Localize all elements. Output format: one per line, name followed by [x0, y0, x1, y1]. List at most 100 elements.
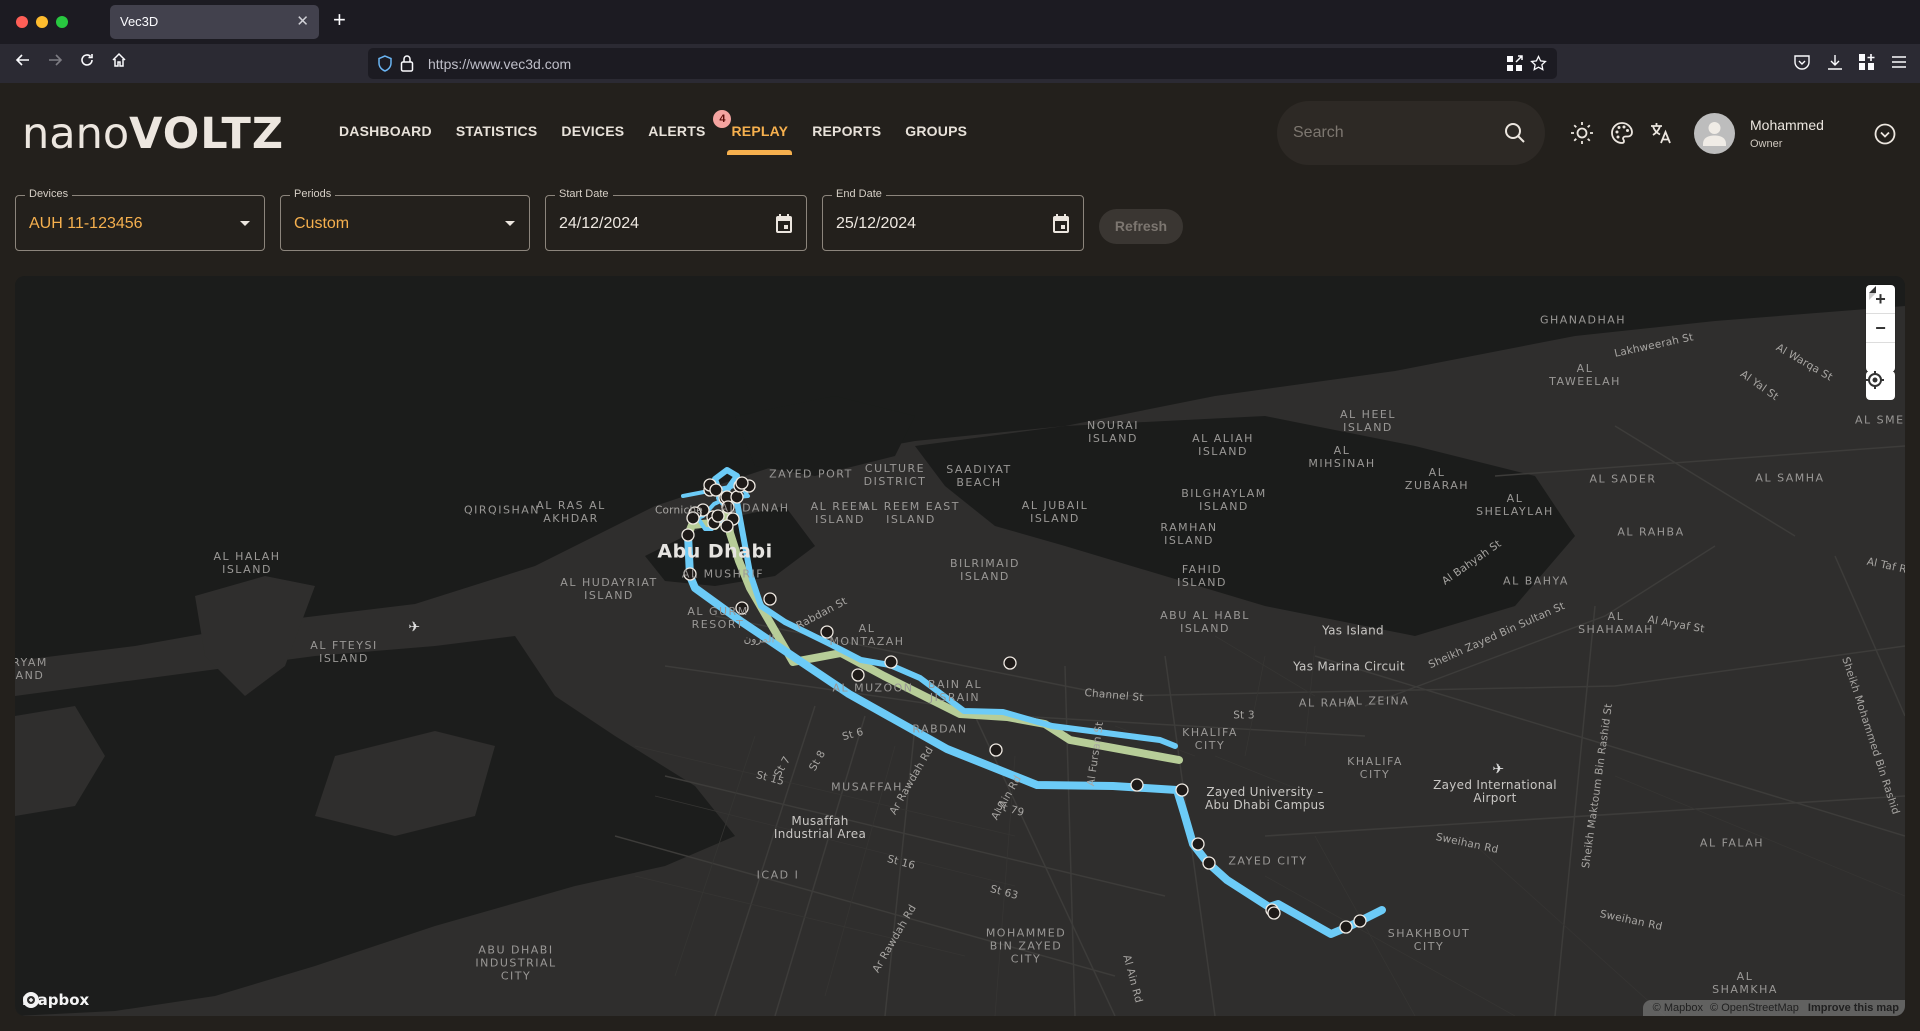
- pocket-icon[interactable]: [1793, 53, 1811, 71]
- map-label: AL JUBAIL ISLAND: [1021, 499, 1089, 525]
- route-stop-marker[interactable]: [989, 743, 1003, 757]
- map-label: AL TAWEELAH: [1549, 362, 1621, 388]
- route-stop-marker[interactable]: [1339, 920, 1353, 934]
- bookmark-star-icon[interactable]: [1530, 55, 1547, 72]
- route-stop-marker[interactable]: [1267, 906, 1281, 920]
- window-maximize-button[interactable]: [56, 16, 68, 28]
- calendar-icon[interactable]: [774, 213, 794, 235]
- route-stop-marker[interactable]: [1202, 856, 1216, 870]
- palette-icon[interactable]: [1609, 120, 1635, 146]
- device-select[interactable]: Devices AUH 11-123456: [15, 187, 265, 251]
- chevron-down-circle-icon[interactable]: [1874, 123, 1896, 145]
- nanovoltz-logo[interactable]: nanoVOLTZ: [22, 109, 284, 159]
- extensions-icon[interactable]: [1858, 53, 1876, 71]
- map-label: AL RAHBA: [1617, 525, 1685, 539]
- route-stop-marker[interactable]: [735, 476, 749, 490]
- dropdown-arrow-icon: [505, 221, 515, 226]
- nav-dashboard[interactable]: DASHBOARD: [339, 123, 432, 139]
- nav-alerts[interactable]: ALERTS 4: [648, 110, 732, 139]
- zoom-out-button[interactable]: −: [1866, 314, 1895, 343]
- end-date-value: 25/12/2024: [836, 215, 917, 232]
- forward-button[interactable]: [44, 52, 66, 73]
- route-replay-map[interactable]: Abu Dhabi ZAYED PORT CULTURE DISTRICT SAADI…: [15, 276, 1905, 1016]
- start-date-label: Start Date: [555, 187, 613, 201]
- mapbox-attribution-link[interactable]: © Mapbox: [1653, 1002, 1703, 1014]
- route-stop-marker[interactable]: [709, 483, 723, 497]
- map-label: RAMHAN ISLAND: [1160, 521, 1218, 547]
- qr-code-icon[interactable]: [1506, 55, 1523, 72]
- osm-attribution-link[interactable]: © OpenStreetMap: [1710, 1002, 1799, 1014]
- route-stop-marker[interactable]: [851, 668, 865, 682]
- reload-button[interactable]: [76, 52, 98, 73]
- download-icon[interactable]: [1826, 53, 1844, 71]
- route-stop-marker[interactable]: [681, 528, 695, 542]
- search-input[interactable]: [1293, 121, 1493, 145]
- app-header: nanoVOLTZ DASHBOARD STATISTICS DEVICES A…: [0, 83, 1920, 183]
- menu-icon[interactable]: [1890, 53, 1908, 71]
- url-text[interactable]: https://www.vec3d.com: [428, 56, 571, 72]
- nav-statistics[interactable]: STATISTICS: [456, 123, 538, 139]
- route-stop-marker[interactable]: [1003, 656, 1017, 670]
- device-select-value: AUH 11-123456: [29, 215, 143, 232]
- nav-groups[interactable]: GROUPS: [905, 123, 967, 139]
- map-canvas[interactable]: [15, 276, 1905, 1016]
- arrow-left-icon: [15, 54, 29, 66]
- route-stop-marker[interactable]: [884, 655, 898, 669]
- window-minimize-button[interactable]: [36, 16, 48, 28]
- user-name: Mohammed: [1750, 117, 1824, 133]
- nav-reports[interactable]: REPORTS: [812, 123, 881, 139]
- nav-devices[interactable]: DEVICES: [561, 123, 624, 139]
- map-label: Yas Marina Circuit: [1293, 659, 1405, 674]
- route-stop-marker[interactable]: [763, 592, 777, 606]
- map-label: Zayed University – Abu Dhabi Campus: [1205, 785, 1325, 812]
- period-select[interactable]: Periods Custom: [280, 187, 530, 251]
- tab-title: Vec3D: [120, 14, 159, 29]
- map-label: BAIN AL JISRAIN: [927, 678, 983, 704]
- airport-icon: ✈: [408, 619, 422, 636]
- browser-tab[interactable]: Vec3D ✕: [110, 5, 319, 39]
- new-tab-button[interactable]: +: [333, 8, 346, 32]
- home-icon: [112, 52, 126, 67]
- tracking-protection-icon[interactable]: [377, 55, 393, 72]
- geolocate-button[interactable]: [1866, 371, 1895, 400]
- alerts-count-badge: 4: [713, 110, 732, 128]
- window-close-button[interactable]: [16, 16, 28, 28]
- address-bar[interactable]: https://www.vec3d.com: [368, 48, 1557, 79]
- map-label: KHALIFA CITY: [1182, 726, 1238, 752]
- route-stop-marker[interactable]: [1130, 778, 1144, 792]
- map-label: Corniche: [655, 504, 703, 517]
- map-label: Zayed International Airport: [1433, 778, 1557, 805]
- route-stop-marker[interactable]: [1175, 783, 1189, 797]
- compass-button[interactable]: [1866, 286, 1895, 372]
- map-label: AL RAS AL AKHDAR: [536, 499, 606, 525]
- back-button[interactable]: [12, 52, 34, 73]
- route-stop-marker[interactable]: [1191, 837, 1205, 851]
- close-tab-icon[interactable]: ✕: [296, 12, 309, 30]
- map-label: RYAM AND: [15, 656, 48, 682]
- search-icon[interactable]: [1503, 121, 1527, 145]
- compass-icon: [1869, 286, 1876, 300]
- user-avatar[interactable]: [1694, 113, 1735, 154]
- light-mode-icon[interactable]: [1569, 120, 1595, 146]
- map-label: AL SADER: [1589, 472, 1657, 486]
- map-label: St 3: [1233, 709, 1255, 722]
- start-date-field[interactable]: Start Date 24/12/2024: [545, 187, 807, 251]
- route-stop-marker[interactable]: [720, 519, 734, 533]
- map-label: AL HALAH ISLAND: [213, 550, 281, 576]
- end-date-field[interactable]: End Date 25/12/2024: [822, 187, 1084, 251]
- map-label: BILRIMAID ISLAND: [949, 557, 1021, 583]
- start-date-value: 24/12/2024: [559, 215, 640, 232]
- nav-replay[interactable]: REPLAY: [727, 123, 792, 155]
- home-button[interactable]: [108, 52, 130, 73]
- mapbox-logo[interactable]: mapbox: [22, 991, 89, 1009]
- translate-icon[interactable]: [1648, 120, 1674, 146]
- route-stop-marker[interactable]: [1353, 914, 1367, 928]
- logo-prefix: nano: [22, 109, 130, 159]
- minus-icon: −: [1875, 317, 1886, 338]
- user-role: Owner: [1750, 138, 1783, 150]
- calendar-icon[interactable]: [1051, 213, 1071, 235]
- improve-map-link[interactable]: Improve this map: [1808, 1002, 1899, 1014]
- refresh-button[interactable]: Refresh: [1099, 209, 1183, 244]
- map-label: ABU DHABI INDUSTRIAL CITY: [475, 943, 557, 983]
- lock-icon[interactable]: [400, 54, 414, 72]
